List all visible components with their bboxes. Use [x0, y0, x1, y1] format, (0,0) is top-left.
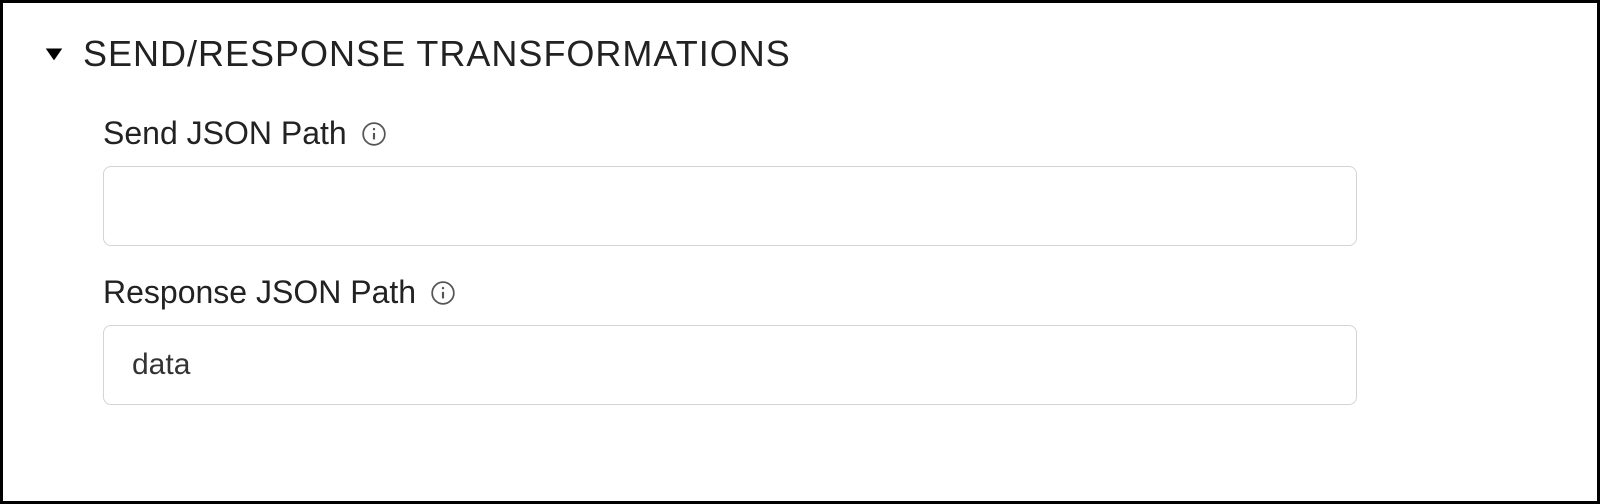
- send-json-path-group: Send JSON Path: [103, 115, 1357, 246]
- send-json-path-label-row: Send JSON Path: [103, 115, 1357, 152]
- response-json-path-label-row: Response JSON Path: [103, 274, 1357, 311]
- response-json-path-input[interactable]: [103, 325, 1357, 405]
- section-header-toggle[interactable]: SEND/RESPONSE TRANSFORMATIONS: [43, 33, 1557, 75]
- info-icon[interactable]: [361, 121, 387, 147]
- response-json-path-group: Response JSON Path: [103, 274, 1357, 405]
- collapse-triangle-icon: [43, 43, 65, 65]
- send-json-path-label: Send JSON Path: [103, 115, 347, 152]
- response-json-path-label: Response JSON Path: [103, 274, 416, 311]
- transformations-panel: SEND/RESPONSE TRANSFORMATIONS Send JSON …: [0, 0, 1600, 504]
- info-icon[interactable]: [430, 280, 456, 306]
- section-title: SEND/RESPONSE TRANSFORMATIONS: [83, 33, 791, 75]
- form-area: Send JSON Path Response JSON Path: [43, 115, 1557, 405]
- send-json-path-input[interactable]: [103, 166, 1357, 246]
